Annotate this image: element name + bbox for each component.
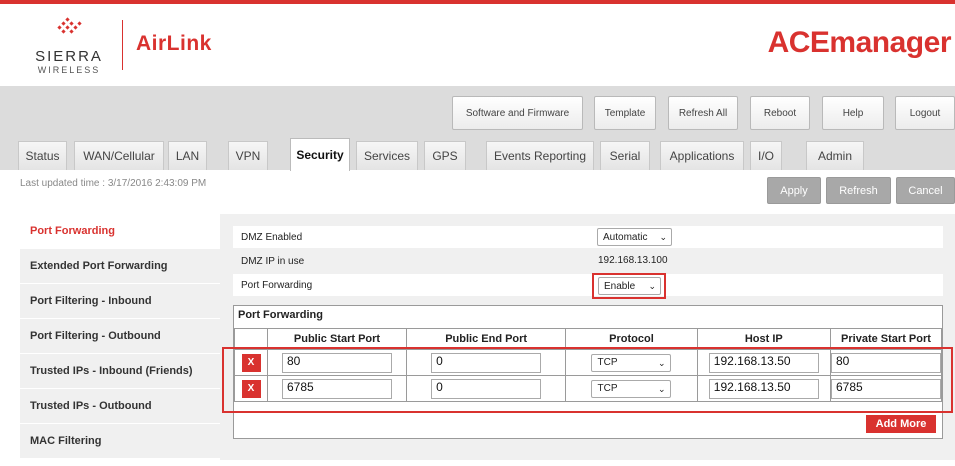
tab-gps[interactable]: GPS bbox=[424, 141, 466, 170]
public-start-cell: 6785 bbox=[267, 375, 407, 402]
app-title: ACEmanager bbox=[767, 26, 952, 59]
reboot-button[interactable]: Reboot bbox=[750, 96, 810, 130]
public-end-port-input[interactable]: 0 bbox=[431, 378, 542, 399]
column-header-host-ip: Host IP bbox=[696, 328, 831, 350]
tab-wan-cellular[interactable]: WAN/Cellular bbox=[74, 141, 164, 170]
table-row: X 80 0 TCP ⌄ 192.168.13.50 80 bbox=[233, 349, 943, 376]
public-start-port-input[interactable]: 6785 bbox=[281, 378, 392, 399]
dmz-enabled-value: Automatic bbox=[603, 231, 648, 243]
host-ip-input[interactable]: 192.168.13.50 bbox=[708, 378, 819, 399]
protocol-value: TCP bbox=[597, 383, 618, 394]
logout-button[interactable]: Logout bbox=[895, 96, 955, 130]
sierra-logo-icon bbox=[57, 17, 82, 34]
port-forwarding-row: Port Forwarding bbox=[233, 274, 943, 296]
refresh-button[interactable]: Refresh bbox=[826, 177, 891, 204]
delete-cell: X bbox=[233, 349, 269, 376]
private-start-port-input[interactable]: 6785 bbox=[830, 378, 941, 399]
template-button[interactable]: Template bbox=[594, 96, 656, 130]
port-forwarding-table: Public Start Port Public End Port Protoc… bbox=[233, 328, 943, 402]
dmz-ip-row: DMZ IP in use bbox=[233, 250, 943, 272]
sidebar-item-mac-filtering[interactable]: MAC Filtering bbox=[20, 424, 220, 458]
table-header-row: Public Start Port Public End Port Protoc… bbox=[233, 328, 943, 350]
cancel-button[interactable]: Cancel bbox=[896, 177, 955, 204]
column-header-protocol: Protocol bbox=[565, 328, 698, 350]
sidebar-item-trusted-ips-outbound[interactable]: Trusted IPs - Outbound bbox=[20, 389, 220, 423]
column-header-delete bbox=[233, 328, 269, 350]
tab-services[interactable]: Services bbox=[356, 141, 418, 170]
column-header-public-start-port: Public Start Port bbox=[267, 328, 407, 350]
chevron-down-icon: ⌄ bbox=[657, 383, 666, 394]
column-header-private-start-port: Private Start Port bbox=[829, 328, 943, 350]
host-ip-cell: 192.168.13.50 bbox=[696, 375, 831, 402]
tab-status[interactable]: Status bbox=[18, 141, 67, 170]
chevron-down-icon: ⌄ bbox=[657, 357, 666, 368]
sidebar-item-port-forwarding[interactable]: Port Forwarding bbox=[20, 214, 220, 248]
tab-lan[interactable]: LAN bbox=[168, 141, 207, 170]
security-sidebar: Port Forwarding Extended Port Forwarding… bbox=[20, 214, 220, 460]
protocol-cell: TCP ⌄ bbox=[565, 349, 698, 376]
protocol-cell: TCP ⌄ bbox=[565, 375, 698, 402]
table-row: X 6785 0 TCP ⌄ 192.168.13.50 6785 bbox=[233, 375, 943, 402]
delete-row-button[interactable]: X bbox=[241, 353, 261, 372]
delete-cell: X bbox=[233, 375, 269, 402]
sidebar-item-trusted-ips-inbound[interactable]: Trusted IPs - Inbound (Friends) bbox=[20, 354, 220, 388]
public-end-cell: 0 bbox=[405, 375, 567, 402]
sidebar-item-port-filtering-outbound[interactable]: Port Filtering - Outbound bbox=[20, 319, 220, 353]
tab-admin[interactable]: Admin bbox=[806, 141, 864, 170]
airlink-logo: AirLink bbox=[136, 32, 212, 55]
host-ip-input[interactable]: 192.168.13.50 bbox=[708, 352, 819, 373]
public-end-cell: 0 bbox=[405, 349, 567, 376]
port-forwarding-value: Enable bbox=[604, 280, 636, 292]
dmz-enabled-label: DMZ Enabled bbox=[241, 231, 303, 243]
dmz-ip-value: 192.168.13.100 bbox=[598, 255, 668, 266]
refresh-all-button[interactable]: Refresh All bbox=[668, 96, 738, 130]
port-forwarding-title: Port Forwarding bbox=[238, 309, 323, 321]
port-forwarding-panel: Port Forwarding Public Start Port Public… bbox=[233, 305, 943, 439]
delete-row-button[interactable]: X bbox=[241, 379, 261, 398]
chevron-down-icon: ⌄ bbox=[648, 281, 656, 291]
help-button[interactable]: Help bbox=[822, 96, 884, 130]
host-ip-cell: 192.168.13.50 bbox=[696, 349, 831, 376]
sierra-wordmark: SIERRA bbox=[35, 48, 103, 65]
dmz-enabled-row: DMZ Enabled bbox=[233, 226, 943, 248]
tab-security[interactable]: Security bbox=[290, 138, 350, 171]
header: SIERRA WIRELESS AirLink ACEmanager bbox=[0, 4, 955, 86]
sidebar-item-port-filtering-inbound[interactable]: Port Filtering - Inbound bbox=[20, 284, 220, 318]
logo-divider bbox=[122, 20, 123, 70]
tab-events-reporting[interactable]: Events Reporting bbox=[486, 141, 594, 170]
sierra-wireless-logo: SIERRA WIRELESS bbox=[24, 16, 114, 76]
private-start-cell: 6785 bbox=[829, 375, 943, 402]
dmz-enabled-select[interactable]: Automatic ⌄ bbox=[597, 228, 672, 246]
last-updated-time: Last updated time : 3/17/2016 2:43:09 PM bbox=[20, 178, 207, 189]
private-start-port-input[interactable]: 80 bbox=[830, 352, 941, 373]
protocol-select[interactable]: TCP ⌄ bbox=[591, 379, 672, 398]
protocol-select[interactable]: TCP ⌄ bbox=[591, 353, 672, 372]
column-header-public-end-port: Public End Port bbox=[405, 328, 567, 350]
public-start-port-input[interactable]: 80 bbox=[281, 352, 392, 373]
tab-io[interactable]: I/O bbox=[750, 141, 782, 170]
tab-applications[interactable]: Applications bbox=[660, 141, 744, 170]
public-end-port-input[interactable]: 0 bbox=[431, 352, 542, 373]
chevron-down-icon: ⌄ bbox=[659, 232, 667, 242]
software-firmware-button[interactable]: Software and Firmware bbox=[452, 96, 583, 130]
private-start-cell: 80 bbox=[829, 349, 943, 376]
protocol-value: TCP bbox=[597, 357, 618, 368]
port-forwarding-label: Port Forwarding bbox=[241, 279, 313, 291]
tab-vpn[interactable]: VPN bbox=[228, 141, 268, 170]
wireless-wordmark: WIRELESS bbox=[37, 65, 101, 75]
add-more-button[interactable]: Add More bbox=[866, 415, 936, 433]
port-forwarding-select[interactable]: Enable ⌄ bbox=[598, 277, 661, 295]
sidebar-item-extended-port-forwarding[interactable]: Extended Port Forwarding bbox=[20, 249, 220, 283]
apply-button[interactable]: Apply bbox=[767, 177, 821, 204]
tab-serial[interactable]: Serial bbox=[600, 141, 650, 170]
public-start-cell: 80 bbox=[267, 349, 407, 376]
dmz-ip-label: DMZ IP in use bbox=[241, 255, 305, 267]
